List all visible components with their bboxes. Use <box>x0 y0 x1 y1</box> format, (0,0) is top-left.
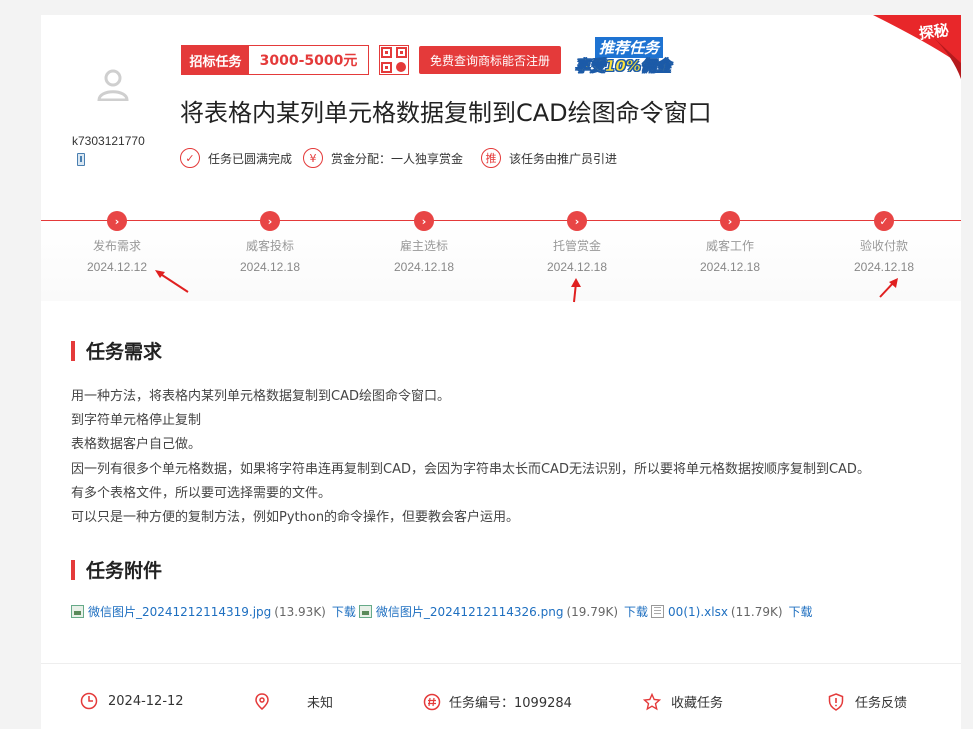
footer-task-number-text: 任务编号：1099284 <box>449 696 572 711</box>
step-bidding: › 威客投标 2024.12.18 <box>210 211 330 274</box>
step-selection: › 雇主选标 2024.12.18 <box>364 211 484 274</box>
chevron-right-icon: › <box>414 211 434 231</box>
promoter-icon: 推 <box>481 148 501 168</box>
document-file-icon <box>651 605 665 618</box>
chevron-right-icon: › <box>107 211 127 231</box>
chevron-right-icon: › <box>260 211 280 231</box>
check-circle-icon: ✓ <box>180 148 200 168</box>
download-link[interactable]: 下载 <box>624 603 648 620</box>
attachment-link[interactable]: 微信图片_20241212114319.jpg <box>88 603 271 620</box>
requirement-line: 表格数据客户自己做。 <box>71 437 202 453</box>
chevron-right-icon: › <box>720 211 740 231</box>
avatar[interactable] <box>96 67 130 102</box>
requirement-line: 到字符单元格停止复制 <box>71 413 202 429</box>
phone-verified-icon <box>77 153 85 166</box>
download-link[interactable]: 下载 <box>332 603 356 620</box>
requirement-line: 可以只是一种方便的复制方法，例如Python的命令操作，但要教会客户运用。 <box>71 510 520 526</box>
requirements-body: 用一种方法，将表格内某列单元格数据复制到CAD绘图命令窗口。 到字符单元格停止复… <box>71 385 870 530</box>
promo-line2: 享受10%佣金 <box>575 57 671 76</box>
step-date: 2024.12.18 <box>853 260 915 274</box>
info-reward-text: 赏金分配：一人独享赏金 <box>331 151 464 166</box>
requirements-title: 任务需求 <box>86 341 163 363</box>
progress-line <box>41 220 961 221</box>
info-completed: ✓ 任务已圆满完成 <box>180 148 292 168</box>
corner-ribbon[interactable]: 探秘 <box>873 15 961 79</box>
promo-badge[interactable]: 推荐任务 享受10%佣金 <box>573 37 695 77</box>
footer-task-number: 任务编号：1099284 <box>423 692 572 711</box>
check-trademark-button[interactable]: 免费查询商标能否注册 <box>419 46 561 74</box>
favorite-task-button[interactable]: 收藏任务 <box>643 692 723 711</box>
qr-code-icon[interactable] <box>379 45 409 75</box>
attachment-size: (13.93K) <box>274 604 326 619</box>
step-name: 发布需求 <box>92 239 141 253</box>
attachment-link[interactable]: 微信图片_20241212114326.png <box>376 603 564 620</box>
footer-date: 2024-12-12 <box>80 692 184 710</box>
footer-date-text: 2024-12-12 <box>108 693 184 709</box>
requirement-line: 因一列有很多个单元格数据，如果将字符串连再复制到CAD，会因为字符串太长而CAD… <box>71 461 870 477</box>
info-promoter: 推 该任务由推广员引进 <box>481 148 617 168</box>
favorite-label: 收藏任务 <box>671 696 724 711</box>
check-icon: ✓ <box>874 211 894 231</box>
user-icon <box>97 69 129 102</box>
footer-divider <box>41 663 961 664</box>
step-name: 验收付款 <box>859 239 908 253</box>
attachments-title: 任务附件 <box>86 560 163 582</box>
step-name: 托管赏金 <box>552 239 601 253</box>
clock-icon <box>80 692 98 710</box>
bid-label: 招标任务 <box>182 46 249 74</box>
attachment-size: (19.79K) <box>566 604 619 619</box>
yen-circle-icon: ¥ <box>303 148 323 168</box>
bid-range: 3000-5000元 <box>259 53 358 69</box>
task-feedback-button[interactable]: 任务反馈 <box>827 692 907 711</box>
heading-accent-bar <box>71 559 75 580</box>
annotation-arrow-icon <box>571 278 581 303</box>
footer-location-text: 未知 <box>307 696 334 711</box>
requirements-heading: 任务需求 <box>71 337 162 364</box>
attachment-size: (11.79K) <box>730 604 783 619</box>
step-date: 2024.12.18 <box>699 260 761 274</box>
step-name: 雇主选标 <box>399 239 448 253</box>
step-date: 2024.12.18 <box>239 260 301 274</box>
attachments-heading: 任务附件 <box>71 556 162 583</box>
step-working: › 威客工作 2024.12.18 <box>670 211 790 274</box>
heading-accent-bar <box>71 340 75 361</box>
info-promoter-text: 该任务由推广员引进 <box>509 151 618 166</box>
footer-location: 未知 <box>253 692 333 711</box>
chevron-right-icon: › <box>567 211 587 231</box>
image-file-icon <box>71 605 84 618</box>
location-pin-icon <box>255 692 269 710</box>
task-title: 将表格内某列单元格数据复制到CAD绘图命令窗口 <box>180 99 712 127</box>
shield-alert-icon <box>828 692 844 711</box>
hash-icon <box>423 693 441 710</box>
info-reward: ¥ 赏金分配：一人独享赏金 <box>303 148 463 168</box>
info-completed-text: 任务已圆满完成 <box>208 151 293 166</box>
annotation-arrow-icon <box>155 270 189 293</box>
requirement-line: 有多个表格文件，所以要可选择需要的文件。 <box>71 485 332 501</box>
attachment-link[interactable]: 00(1).xlsx <box>668 605 728 619</box>
step-escrow: › 托管赏金 2024.12.18 <box>517 211 637 274</box>
feedback-label: 任务反馈 <box>855 696 908 711</box>
step-date: 2024.12.18 <box>546 260 608 274</box>
attachment-list: 微信图片_20241212114319.jpg (13.93K) 下载 微信图片… <box>71 603 816 620</box>
username[interactable]: k7303121770 <box>72 134 145 148</box>
annotation-arrow-icon <box>879 278 898 298</box>
download-link[interactable]: 下载 <box>789 603 813 620</box>
image-file-icon <box>358 605 372 618</box>
step-name: 威客投标 <box>245 239 294 253</box>
step-acceptance: ✓ 验收付款 2024.12.18 <box>824 211 944 274</box>
step-name: 威客工作 <box>705 239 754 253</box>
bid-tag: 招标任务 3000-5000元 <box>181 45 369 75</box>
step-date: 2024.12.18 <box>393 260 455 274</box>
task-card: k7303121770 招标任务 3000-5000元 免费查询商标能否注册 推… <box>41 15 961 729</box>
requirement-line: 用一种方法，将表格内某列单元格数据复制到CAD绘图命令窗口。 <box>71 389 450 404</box>
star-icon <box>643 692 661 710</box>
